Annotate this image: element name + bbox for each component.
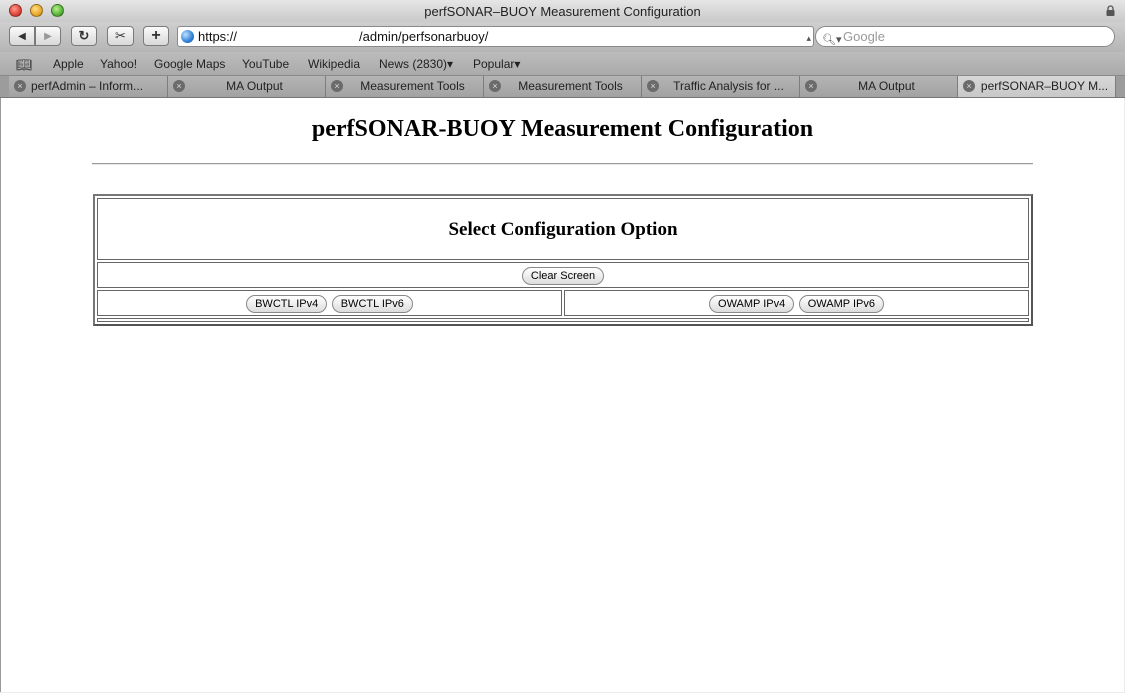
tab-measurement-tools-2[interactable]: × Measurement Tools	[484, 76, 642, 97]
plus-icon: +	[151, 27, 161, 44]
tab-perfsonar-buoy[interactable]: × perfSONAR–BUOY M...	[958, 76, 1116, 97]
back-arrow-icon: ◀	[18, 30, 26, 42]
select-configuration-title: Select Configuration Option	[448, 219, 678, 240]
forward-arrow-icon: ▶	[44, 30, 52, 42]
bwctl-cell: BWCTL IPv4 BWCTL IPv6	[97, 290, 562, 316]
tab-close-icon[interactable]: ×	[173, 80, 185, 92]
reload-button[interactable]: ↻	[71, 26, 97, 46]
url-prefix: https://	[198, 29, 238, 44]
bookmark-youtube[interactable]: YouTube	[242, 57, 289, 71]
window-title: perfSONAR–BUOY Measurement Configuration	[424, 4, 701, 19]
bookmark-apple[interactable]: Apple	[53, 57, 84, 71]
select-header-cell: Select Configuration Option	[97, 198, 1029, 260]
address-stepper-icon[interactable]: ▴	[806, 29, 811, 48]
tab-measurement-tools[interactable]: × Measurement Tools	[326, 76, 484, 97]
bookmarks-book-icon[interactable]: 📖︎	[16, 57, 33, 73]
address-bar[interactable]: https:// /admin/perfsonarbuoy/ ▴	[177, 26, 814, 47]
tab-close-icon[interactable]: ×	[647, 80, 659, 92]
bookmarks-bar: 📖︎ Apple Yahoo! Google Maps YouTube Wiki…	[0, 52, 1125, 76]
forward-button[interactable]: ▶	[35, 26, 61, 46]
lock-icon	[1106, 5, 1115, 16]
bwctl-ipv6-button[interactable]: BWCTL IPv6	[331, 295, 413, 313]
tab-close-icon[interactable]: ×	[14, 80, 26, 92]
owamp-ipv6-button[interactable]: OWAMP IPv6	[798, 295, 884, 313]
bookmark-wikipedia[interactable]: Wikipedia	[308, 57, 360, 71]
tab-close-icon[interactable]: ×	[489, 80, 501, 92]
reload-icon: ↻	[78, 28, 90, 43]
globe-icon	[181, 30, 194, 43]
search-placeholder: Google	[843, 29, 885, 44]
tab-bar: × perfAdmin – Inform... × MA Output × Measu…	[0, 76, 1125, 98]
bookmark-google-maps[interactable]: Google Maps	[154, 57, 225, 71]
bookmark-yahoo[interactable]: Yahoo!	[100, 57, 137, 71]
clear-screen-button[interactable]: Clear Screen	[521, 267, 605, 285]
add-bookmark-button[interactable]: +	[143, 26, 169, 46]
title-bar: perfSONAR–BUOY Measurement Configuration	[0, 0, 1125, 23]
snapback-button[interactable]: ✂	[107, 26, 134, 46]
tab-ma-output-2[interactable]: × MA Output	[800, 76, 958, 97]
tab-ma-output[interactable]: × MA Output	[168, 76, 326, 97]
url-path: /admin/perfsonarbuoy/	[359, 29, 489, 44]
search-field[interactable]: 🔍︎▾ Google	[815, 26, 1115, 47]
bookmark-popular[interactable]: Popular▾	[473, 57, 520, 71]
tab-close-icon[interactable]: ×	[963, 80, 975, 92]
bookmark-news[interactable]: News (2830)▾	[379, 57, 453, 71]
search-icon: 🔍︎▾	[822, 34, 842, 46]
table-bottom-border	[97, 318, 1029, 322]
clear-cell: Clear Screen	[97, 262, 1029, 288]
browser-toolbar: ◀ ▶ ↻ ✂ + https:// /admin/perfsonarbuoy/ …	[0, 22, 1125, 52]
owamp-ipv4-button[interactable]: OWAMP IPv4	[709, 295, 795, 313]
page-title: perfSONAR-BUOY Measurement Configuration	[311, 116, 814, 142]
config-table: Select Configuration Option Clear Screen…	[93, 194, 1033, 326]
tab-perfadmin[interactable]: × perfAdmin – Inform...	[9, 76, 168, 97]
back-button[interactable]: ◀	[9, 26, 35, 46]
tab-traffic-analysis[interactable]: × Traffic Analysis for ...	[642, 76, 800, 97]
divider	[92, 163, 1033, 165]
scissors-icon: ✂	[115, 28, 126, 43]
tab-close-icon[interactable]: ×	[331, 80, 343, 92]
bwctl-ipv4-button[interactable]: BWCTL IPv4	[246, 295, 328, 313]
owamp-cell: OWAMP IPv4 OWAMP IPv6	[564, 290, 1029, 316]
tab-close-icon[interactable]: ×	[805, 80, 817, 92]
browser-window: perfSONAR–BUOY Measurement Configuration…	[0, 0, 1125, 693]
page-content: perfSONAR-BUOY Measurement Configuration…	[0, 98, 1124, 692]
